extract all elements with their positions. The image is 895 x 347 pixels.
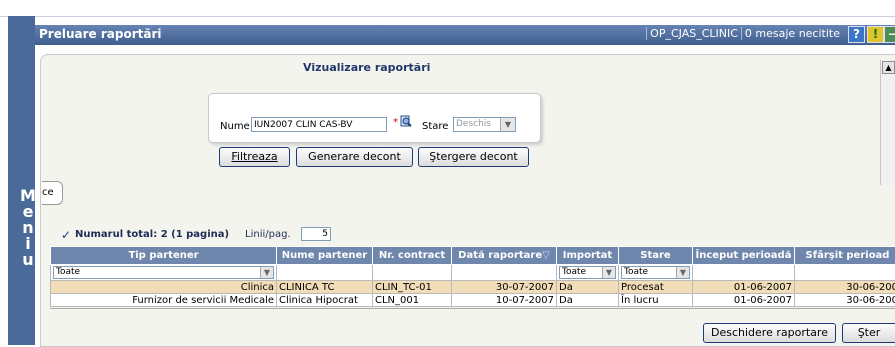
scroll-up-icon[interactable]: ▲ bbox=[882, 61, 895, 74]
filter-box: Nume IUN2007 CLIN CAS-BV * Stare Deschis… bbox=[208, 93, 541, 143]
tab-partial[interactable]: ce bbox=[42, 181, 63, 205]
tip-partener-filter[interactable]: Toate▼ bbox=[53, 266, 274, 279]
message-count[interactable]: 0 mesaje necitite bbox=[741, 27, 843, 40]
name-input[interactable]: IUN2007 CLIN CAS-BV bbox=[251, 117, 387, 132]
col-nr-contract[interactable]: Nr. contract bbox=[373, 247, 452, 265]
col-importat[interactable]: Importat bbox=[557, 247, 619, 265]
menu-label[interactable]: M e n i u bbox=[18, 188, 38, 268]
warning-icon[interactable]: ! bbox=[867, 26, 884, 43]
sort-desc-icon: ▽ bbox=[542, 250, 550, 261]
chevron-down-icon: ▼ bbox=[260, 267, 273, 278]
search-icon[interactable] bbox=[400, 114, 414, 128]
table-row[interactable]: Clinica CLINICA TC CLIN_TC-01 30-07-2007… bbox=[51, 281, 895, 294]
table-footer-divider bbox=[50, 308, 895, 309]
delete-report-button[interactable]: Şter bbox=[842, 323, 895, 343]
stare-filter[interactable]: Toate▼ bbox=[621, 266, 690, 279]
generate-statement-button[interactable]: Generare decont bbox=[296, 147, 413, 167]
col-tip-partener[interactable]: Tip partener bbox=[51, 247, 277, 265]
reports-table: Tip partener Nume partener Nr. contract … bbox=[50, 246, 895, 307]
col-nume-partener[interactable]: Nume partener bbox=[277, 247, 373, 265]
open-report-button[interactable]: Deschidere raportare bbox=[703, 323, 836, 343]
chevron-down-icon: ▼ bbox=[676, 267, 689, 278]
check-icon: ✓ bbox=[61, 228, 71, 242]
state-select[interactable]: Deschis ▼ bbox=[453, 117, 516, 132]
col-sfarsit-perioada[interactable]: Sfârşit perioad bbox=[795, 247, 895, 265]
table-row[interactable]: Furnizor de servicii Medicale Clinica Hi… bbox=[51, 294, 895, 307]
filter-title: Vizualizare raportări bbox=[303, 61, 430, 74]
col-inceput-perioada[interactable]: Început perioadă bbox=[693, 247, 795, 265]
title-bar: Preluare raportări OP_CJAS_CLINIC0 mesaj… bbox=[35, 25, 895, 45]
filter-button[interactable]: Filtreaza bbox=[219, 147, 290, 167]
table-header-row: Tip partener Nume partener Nr. contract … bbox=[51, 247, 895, 265]
total-count: Numarul total: 2 (1 pagina) bbox=[75, 229, 229, 240]
chevron-down-icon: ▼ bbox=[602, 267, 615, 278]
top-strip bbox=[0, 0, 895, 17]
rows-per-page-label: Linii/pag. bbox=[245, 229, 291, 240]
col-data-raportare[interactable]: Dată raportare▽ bbox=[452, 247, 557, 265]
vertical-scrollbar[interactable]: ▲ bbox=[880, 60, 895, 185]
menu-sidebar[interactable]: M e n i u bbox=[8, 16, 35, 345]
user-name: OP_CJAS_CLINIC bbox=[646, 27, 741, 40]
minimize-icon[interactable]: − bbox=[884, 26, 895, 43]
name-label: Nume bbox=[220, 121, 250, 132]
importat-filter[interactable]: Toate▼ bbox=[559, 266, 616, 279]
state-label: Stare bbox=[422, 121, 448, 132]
chevron-down-icon: ▼ bbox=[500, 118, 515, 131]
delete-statement-button[interactable]: Ştergere decont bbox=[418, 147, 529, 167]
rows-per-page-input[interactable]: 5 bbox=[301, 227, 331, 241]
status-area: OP_CJAS_CLINIC0 mesaje necitite bbox=[646, 27, 843, 40]
required-mark: * bbox=[393, 117, 398, 128]
col-stare[interactable]: Stare bbox=[619, 247, 693, 265]
filter-row: Toate▼ Toate▼ Toate▼ bbox=[51, 265, 895, 281]
page-title: Preluare raportări bbox=[39, 27, 161, 41]
help-icon[interactable]: ? bbox=[848, 26, 865, 43]
